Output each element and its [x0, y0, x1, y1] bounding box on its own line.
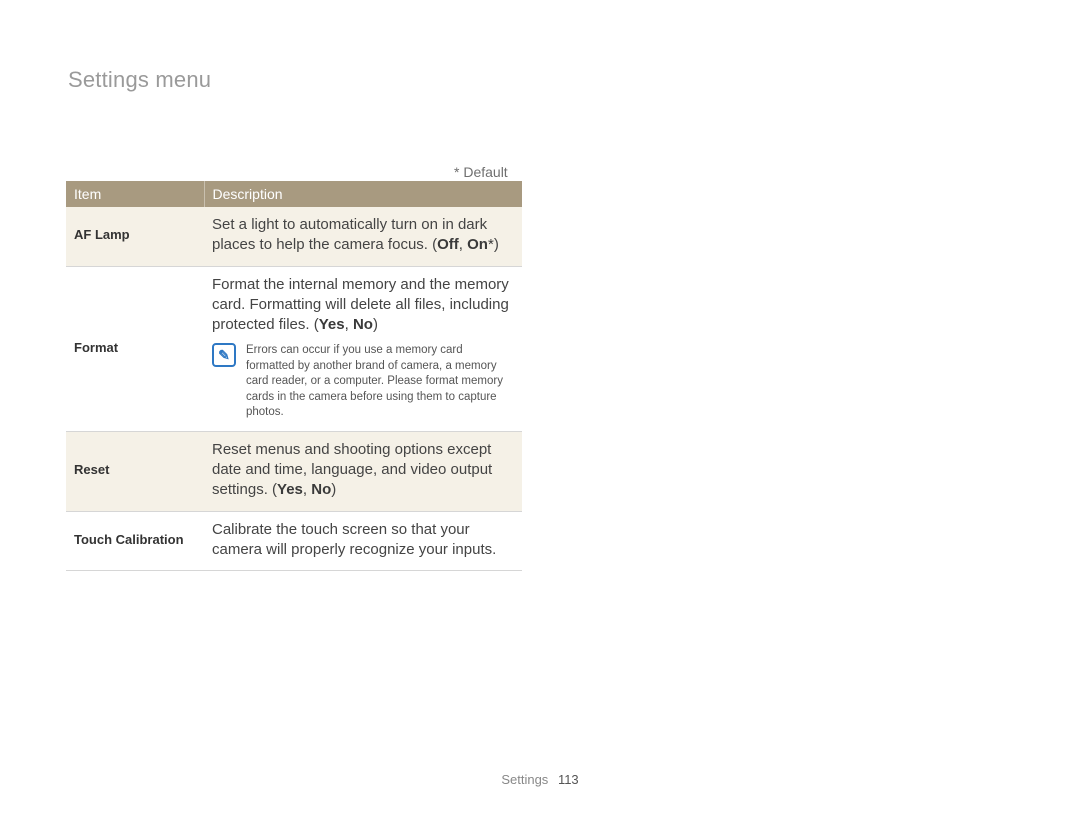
header-description: Description — [204, 181, 522, 207]
footer-page-number: 113 — [558, 772, 579, 787]
item-description: Set a light to automatically turn on in … — [204, 207, 522, 266]
option-off: Off — [437, 236, 459, 253]
table-row: Format Format the internal memory and th… — [66, 266, 522, 431]
table-row: Touch Calibration Calibrate the touch sc… — [66, 511, 522, 571]
desc-text: Calibrate the touch screen so that your … — [212, 521, 496, 558]
item-description: Reset menus and shooting options except … — [204, 431, 522, 511]
option-sep: , — [345, 316, 353, 333]
option-no: No — [311, 481, 331, 498]
note-text: Errors can occur if you use a memory car… — [246, 343, 512, 421]
desc-text: Reset menus and shooting options except … — [212, 441, 492, 499]
option-on: On — [467, 236, 488, 253]
item-description: Calibrate the touch screen so that your … — [204, 511, 522, 571]
item-label: AF Lamp — [66, 207, 204, 266]
footer-section: Settings — [501, 772, 548, 787]
options: Yes, No — [277, 481, 331, 498]
options: Off, On* — [437, 236, 494, 253]
settings-table: Item Description AF Lamp Set a light to … — [66, 181, 522, 571]
desc-tail: ) — [331, 481, 336, 498]
desc-tail: ) — [494, 236, 499, 253]
default-annotation: * Default — [454, 164, 508, 180]
info-note: ✎ Errors can occur if you use a memory c… — [212, 343, 512, 421]
option-sep: , — [303, 481, 311, 498]
table-row: AF Lamp Set a light to automatically tur… — [66, 207, 522, 266]
header-item: Item — [66, 181, 204, 207]
table-header-row: Item Description — [66, 181, 522, 207]
note-icon: ✎ — [212, 343, 236, 367]
option-yes: Yes — [277, 481, 303, 498]
item-description: Format the internal memory and the memor… — [204, 266, 522, 431]
option-yes: Yes — [319, 316, 345, 333]
table-row: Reset Reset menus and shooting options e… — [66, 431, 522, 511]
item-label: Reset — [66, 431, 204, 511]
item-label: Format — [66, 266, 204, 431]
page-title: Settings menu — [68, 67, 211, 93]
desc-tail: ) — [373, 316, 378, 333]
options: Yes, No — [319, 316, 373, 333]
option-sep: , — [459, 236, 467, 253]
page-footer: Settings 113 — [0, 772, 1080, 787]
option-no: No — [353, 316, 373, 333]
item-label: Touch Calibration — [66, 511, 204, 571]
